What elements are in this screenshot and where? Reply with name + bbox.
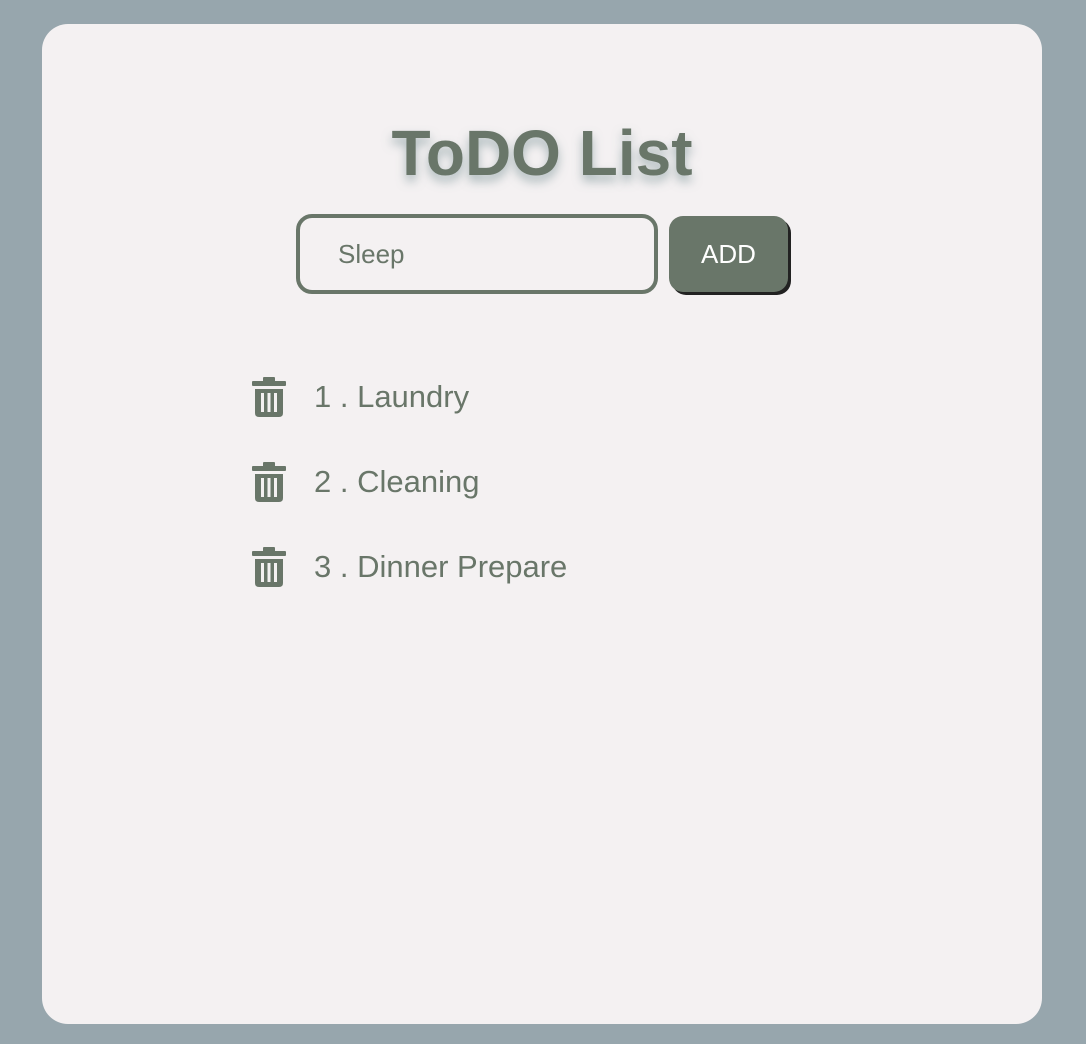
list-item: 2 . Cleaning	[252, 461, 752, 546]
add-button[interactable]: ADD	[669, 216, 788, 292]
list-item: 1 . Laundry	[252, 376, 752, 461]
add-task-form: ADD	[296, 214, 796, 294]
todo-list: 1 . Laundry 2 . Cleaning 3 . Dinner Prep…	[252, 376, 752, 631]
task-input[interactable]	[296, 214, 658, 294]
todo-text: 1 . Laundry	[314, 379, 470, 414]
todo-text: 3 . Dinner Prepare	[314, 549, 568, 584]
page-title: ToDO List	[391, 117, 693, 189]
trash-icon[interactable]	[252, 462, 286, 502]
todo-card: ToDO List ADD 1 . Laundry	[42, 24, 1042, 1024]
trash-icon[interactable]	[252, 547, 286, 587]
list-item: 3 . Dinner Prepare	[252, 546, 752, 631]
todo-text: 2 . Cleaning	[314, 464, 480, 499]
trash-icon[interactable]	[252, 377, 286, 417]
